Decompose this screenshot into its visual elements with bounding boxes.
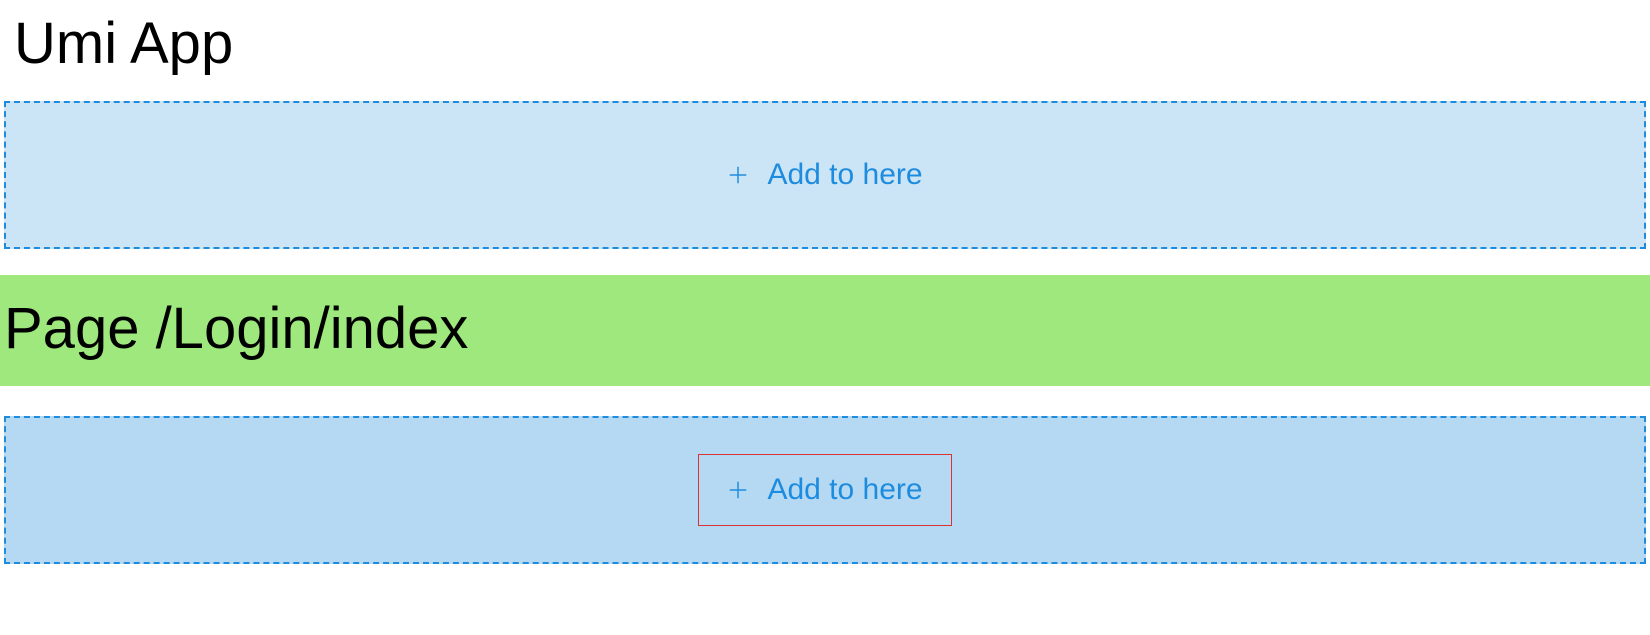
add-button-label: Add to here [767, 158, 922, 192]
add-button-label: Add to here [767, 473, 922, 507]
app-title: Umi App [0, 0, 1650, 97]
drop-zone-top[interactable]: Add to here [4, 101, 1646, 249]
drop-zone-bottom[interactable]: Add to here [4, 416, 1646, 564]
page-banner: Page /Login/index [0, 275, 1650, 386]
plus-icon [727, 479, 749, 501]
add-to-here-button-top[interactable]: Add to here [699, 140, 950, 210]
add-to-here-button-bottom[interactable]: Add to here [698, 454, 951, 526]
plus-icon [727, 164, 749, 186]
